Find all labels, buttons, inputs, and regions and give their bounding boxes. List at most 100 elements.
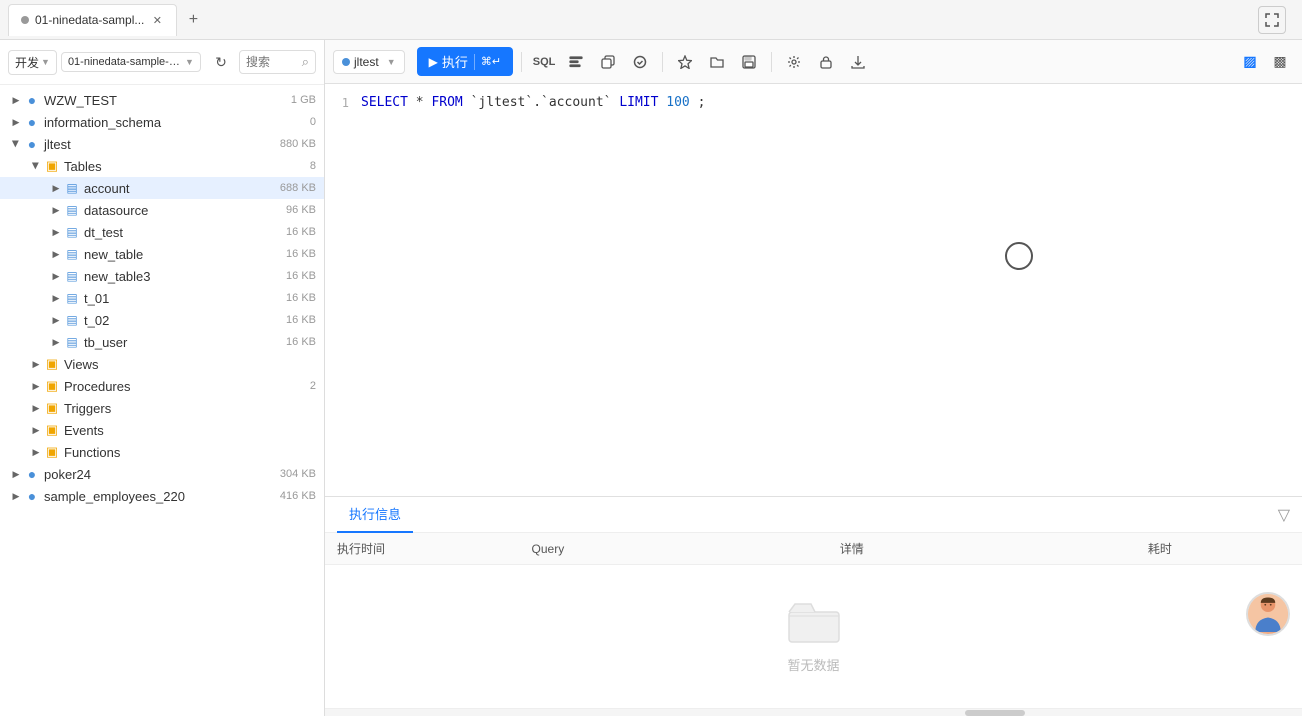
procedures-badge: 2 — [310, 380, 316, 392]
folder-label-functions: Functions — [64, 445, 316, 460]
star-button[interactable] — [671, 48, 699, 76]
db-name-button[interactable]: 01-ninedata-sample-data... ▼ — [61, 52, 201, 72]
db-selector-dot — [342, 58, 350, 66]
tab-execution-info[interactable]: 执行信息 — [337, 497, 413, 533]
tab-close-button[interactable]: ✕ — [150, 13, 164, 27]
col-header-exec-time-label: 执行时间 — [337, 542, 385, 556]
avatar-button[interactable] — [1246, 592, 1290, 636]
tree-arrow-events: ▶ — [28, 422, 44, 438]
sidebar-item-wzw-test[interactable]: ▶ ● WZW_TEST 1 GB — [0, 89, 324, 111]
db-icon3: ● — [24, 136, 40, 152]
table-label-new-table: new_table — [84, 247, 278, 262]
download-button[interactable] — [844, 48, 872, 76]
db-size-wzw-test: 1 GB — [291, 94, 316, 106]
tree-arrow-triggers: ▶ — [28, 400, 44, 416]
toolbar-separator1 — [521, 52, 522, 72]
code-limit-num: 100 — [666, 95, 689, 110]
table-size-t02: 16 KB — [286, 314, 316, 326]
bottom-panel: 执行信息 ▽ 执行时间 Query 详情 耗时 — [325, 496, 1302, 716]
collapse-icon[interactable]: ▩ — [1266, 48, 1294, 76]
sidebar-item-sample-employees[interactable]: ▶ ● sample_employees_220 416 KB — [0, 485, 324, 507]
table-size-new-table: 16 KB — [286, 248, 316, 260]
tree-arrow-procedures: ▶ — [28, 378, 44, 394]
sidebar-item-poker24[interactable]: ▶ ● poker24 304 KB — [0, 463, 324, 485]
code-editor[interactable]: 1 SELECT * FROM `jltest`.`account` LIMIT… — [325, 84, 1302, 496]
settings-button[interactable] — [780, 48, 808, 76]
tab-execution-info-label: 执行信息 — [349, 504, 401, 523]
db-size-sample-employees: 416 KB — [280, 490, 316, 502]
col-header-query-label: Query — [532, 542, 565, 556]
fullscreen-button[interactable] — [1258, 6, 1286, 34]
check-button[interactable] — [626, 48, 654, 76]
sidebar-item-tb-user[interactable]: ▶ ▤ tb_user 16 KB — [0, 331, 324, 353]
folder-icon-views: ▣ — [44, 356, 60, 372]
tree-arrow-dt-test: ▶ — [48, 224, 64, 240]
tab-add-button[interactable]: + — [181, 8, 205, 32]
save-button[interactable] — [735, 48, 763, 76]
folder-button[interactable] — [703, 48, 731, 76]
sidebar-item-triggers[interactable]: ▶ ▣ Triggers — [0, 397, 324, 419]
db-selector[interactable]: jltest ▼ — [333, 50, 405, 74]
table-size-tb-user: 16 KB — [286, 336, 316, 348]
db-icon-poker24: ● — [24, 466, 40, 482]
table-size-account: 688 KB — [280, 182, 316, 194]
tree-arrow-info: ▶ — [8, 114, 24, 130]
db-icon-sample-employees: ● — [24, 488, 40, 504]
sidebar-item-t02[interactable]: ▶ ▤ t_02 16 KB — [0, 309, 324, 331]
tree-arrow-functions: ▶ — [28, 444, 44, 460]
copy-button[interactable] — [594, 48, 622, 76]
search-icon[interactable]: ⌕ — [302, 54, 309, 70]
sidebar-item-t01[interactable]: ▶ ▤ t_01 16 KB — [0, 287, 324, 309]
db-size-jltest: 880 KB — [280, 138, 316, 150]
search-box: ⌕ — [239, 50, 316, 74]
sidebar-item-views[interactable]: ▶ ▣ Views — [0, 353, 324, 375]
format-button[interactable] — [562, 48, 590, 76]
folder-icon-procedures: ▣ — [44, 378, 60, 394]
bottom-tabs: 执行信息 ▽ — [325, 497, 1302, 533]
refresh-button[interactable]: ↻ — [207, 48, 235, 76]
run-button[interactable]: ▶ 执行 ⌘↵ — [417, 47, 513, 76]
sql-mode-button[interactable]: SQL — [530, 48, 558, 76]
filter-icon[interactable]: ▽ — [1278, 505, 1290, 525]
folder-icon-tables: ▣ — [44, 158, 60, 174]
sidebar-item-tables[interactable]: ▶ ▣ Tables 8 — [0, 155, 324, 177]
sidebar-item-new-table[interactable]: ▶ ▤ new_table 16 KB — [0, 243, 324, 265]
sidebar-item-jltest[interactable]: ▶ ● jltest 880 KB — [0, 133, 324, 155]
table-label-datasource: datasource — [84, 203, 278, 218]
tree-arrow-wzw-test: ▶ — [8, 92, 24, 108]
run-btn-divider — [474, 54, 475, 70]
col-header-details: 详情 — [828, 540, 1136, 557]
empty-text: 暂无数据 — [787, 655, 839, 674]
sidebar-item-functions[interactable]: ▶ ▣ Functions — [0, 441, 324, 463]
sidebar-item-events[interactable]: ▶ ▣ Events — [0, 419, 324, 441]
scrollbar-thumb[interactable] — [965, 710, 1025, 716]
sidebar-item-procedures[interactable]: ▶ ▣ Procedures 2 — [0, 375, 324, 397]
col-header-exec-time: 执行时间 — [325, 540, 520, 557]
tab-item[interactable]: 01-ninedata-sampl... ✕ — [8, 4, 177, 36]
tree-arrow-tb-user: ▶ — [48, 334, 64, 350]
table-icon-t01: ▤ — [64, 290, 80, 306]
code-space: * — [416, 95, 432, 110]
table-size-new-table3: 16 KB — [286, 270, 316, 282]
sidebar-item-new-table3[interactable]: ▶ ▤ new_table3 16 KB — [0, 265, 324, 287]
tree-arrow-views: ▶ — [28, 356, 44, 372]
folder-label-events: Events — [64, 423, 316, 438]
search-input[interactable] — [246, 55, 302, 69]
sidebar-item-dt-test[interactable]: ▶ ▤ dt_test 16 KB — [0, 221, 324, 243]
view-mode-button[interactable]: 开发 ▼ — [8, 50, 57, 75]
folder-label-procedures: Procedures — [64, 379, 306, 394]
expand-icon[interactable]: ▨ — [1236, 48, 1264, 76]
keyword-limit: LIMIT — [619, 95, 658, 110]
folder-label-tables: Tables — [64, 159, 306, 174]
tree-arrow-new-table3: ▶ — [48, 268, 64, 284]
db-icon: ● — [24, 92, 40, 108]
sidebar-item-information-schema[interactable]: ▶ ● information_schema 0 — [0, 111, 324, 133]
lock-button[interactable] — [812, 48, 840, 76]
table-icon-new-table3: ▤ — [64, 268, 80, 284]
tree-arrow-sample-employees: ▶ — [8, 488, 24, 504]
sidebar-item-account[interactable]: ▶ ▤ account 688 KB — [0, 177, 324, 199]
tab-bar: 01-ninedata-sampl... ✕ + — [0, 0, 1302, 40]
db-label-poker24: poker24 — [44, 467, 272, 482]
sidebar-item-datasource[interactable]: ▶ ▤ datasource 96 KB — [0, 199, 324, 221]
bottom-scrollbar[interactable] — [325, 708, 1302, 716]
